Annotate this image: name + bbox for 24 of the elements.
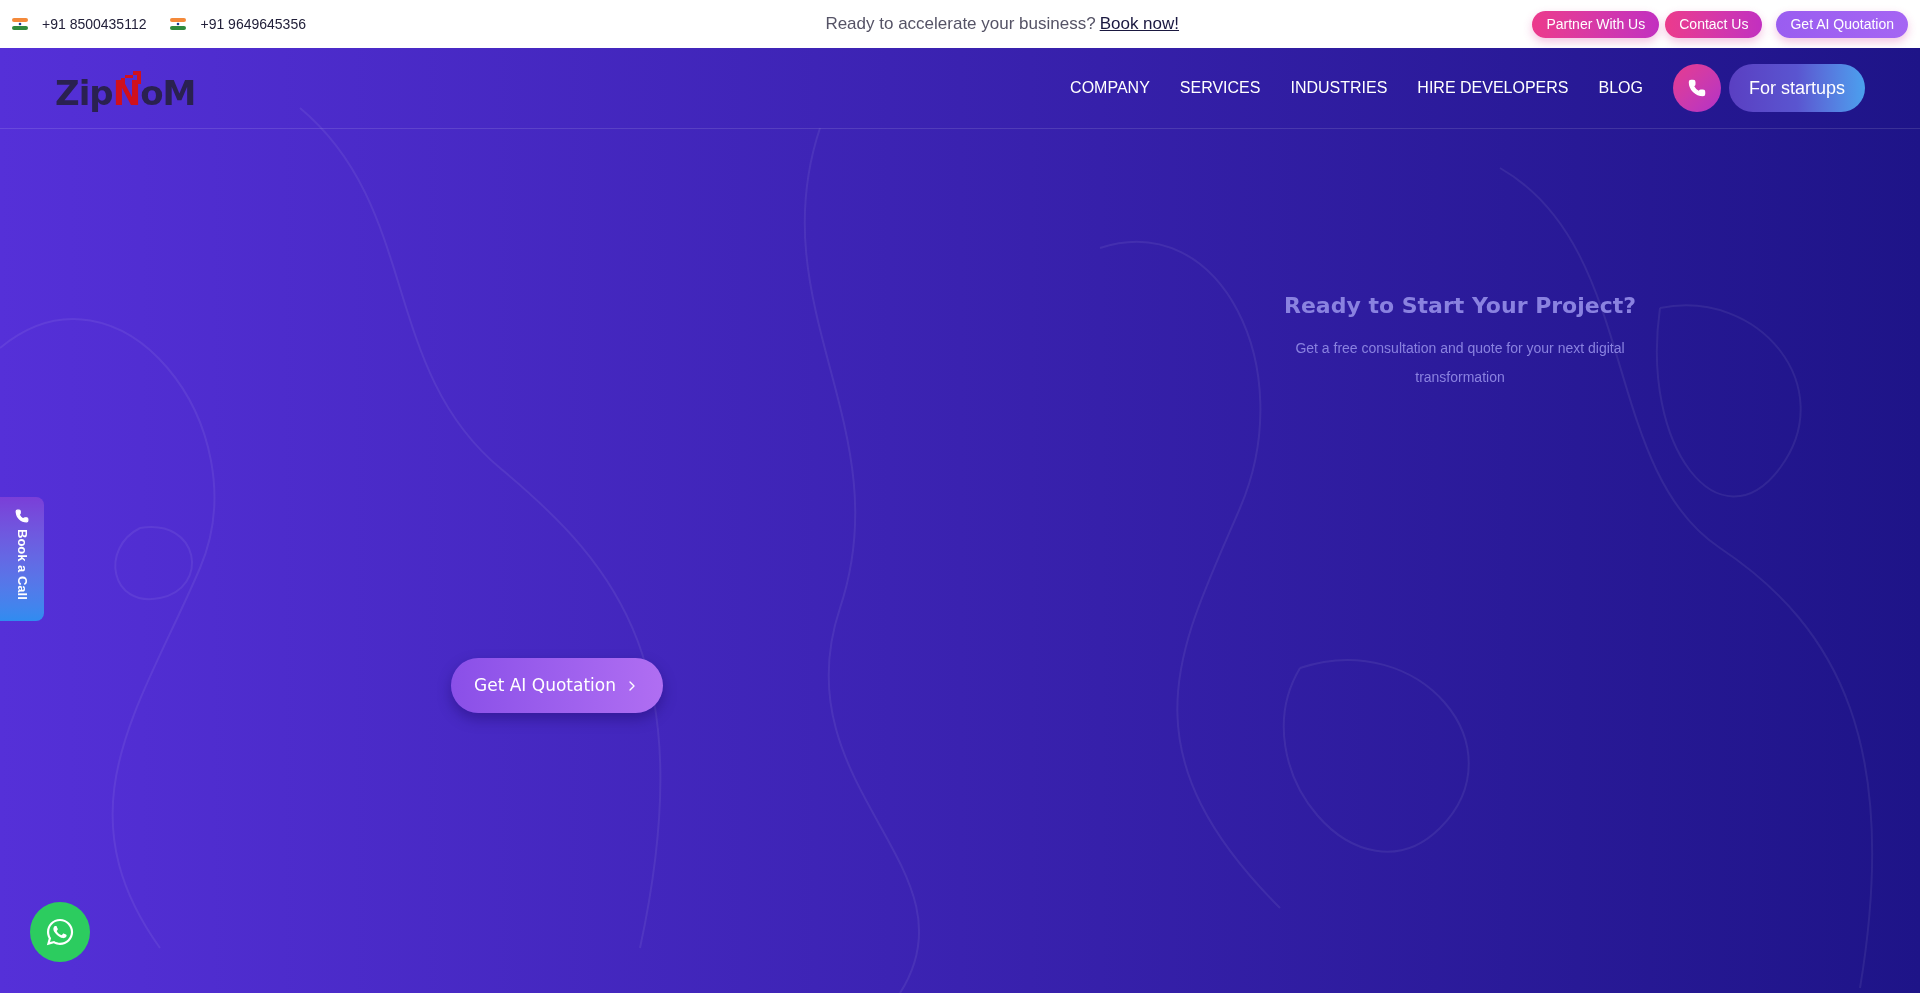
for-startups-button[interactable]: For startups [1728, 64, 1865, 112]
phone-number[interactable]: +91 9649645356 [200, 13, 306, 35]
phone-number[interactable]: +91 8500435112 [42, 13, 147, 35]
nav-link[interactable]: INDUSTRIES [1290, 76, 1388, 100]
nav-link[interactable]: BLOG [1598, 76, 1643, 100]
india-flag-icon [12, 18, 28, 30]
book-now-link[interactable]: Book now! [1099, 11, 1180, 37]
nav-link[interactable]: COMPANY [1070, 76, 1150, 100]
book-call-tab[interactable]: Book a Call [0, 497, 44, 621]
quotation-button[interactable]: Get AI Quotation [451, 658, 663, 713]
nav-link[interactable]: SERVICES [1179, 76, 1261, 100]
header-button[interactable]: Contact Us [1665, 10, 1763, 38]
india-flag-icon [170, 18, 187, 30]
nav-link[interactable]: HIRE DEVELOPERS [1417, 76, 1569, 100]
promo-text: Ready to accelerate your business? [825, 13, 1096, 36]
header-button[interactable]: Partner With Us [1532, 10, 1660, 38]
phone-icon [1687, 79, 1706, 97]
whatsapp-button[interactable] [30, 902, 90, 962]
header-button[interactable]: Get AI Quotation [1776, 10, 1908, 38]
phone-icon [15, 509, 29, 523]
whatsapp-icon [45, 917, 75, 947]
card-text: Get a free consultation and quote for your next digital transformation [1294, 339, 1626, 387]
phone-button[interactable] [1672, 64, 1721, 112]
card-title: Ready to Start Your Project? [1283, 292, 1636, 320]
